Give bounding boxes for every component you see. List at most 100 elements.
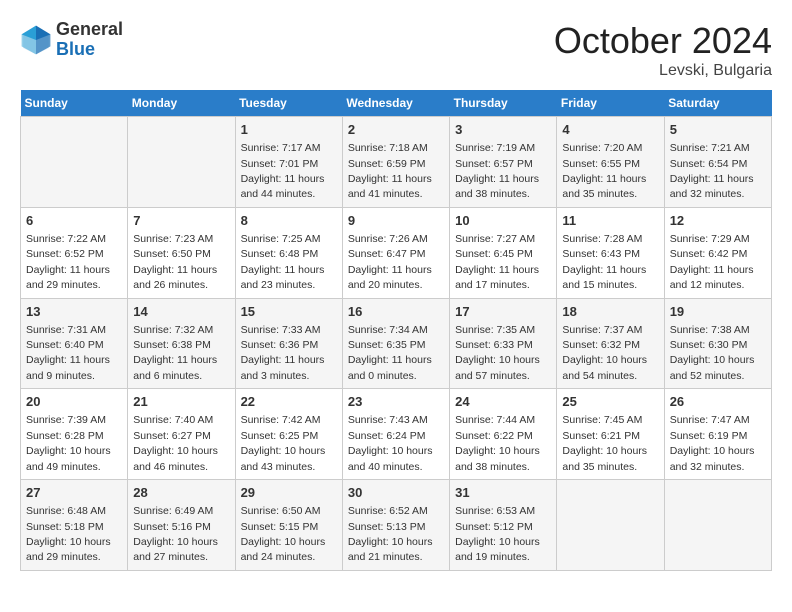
day-number: 10	[455, 212, 551, 230]
calendar-week-5: 27 Sunrise: 6:48 AMSunset: 5:18 PMDayligh…	[21, 480, 772, 571]
calendar-cell: 5 Sunrise: 7:21 AMSunset: 6:54 PMDaylight…	[664, 117, 771, 208]
day-info: Sunrise: 6:53 AMSunset: 5:12 PMDaylight:…	[455, 505, 540, 563]
day-info: Sunrise: 7:34 AMSunset: 6:35 PMDaylight:…	[348, 324, 432, 382]
calendar-cell: 12 Sunrise: 7:29 AMSunset: 6:42 PMDayligh…	[664, 207, 771, 298]
day-number: 2	[348, 121, 444, 139]
day-number: 27	[26, 484, 122, 502]
day-number: 13	[26, 303, 122, 321]
calendar-cell	[21, 117, 128, 208]
day-info: Sunrise: 7:43 AMSunset: 6:24 PMDaylight:…	[348, 414, 433, 472]
day-number: 1	[241, 121, 337, 139]
day-number: 16	[348, 303, 444, 321]
day-number: 26	[670, 393, 766, 411]
day-info: Sunrise: 7:25 AMSunset: 6:48 PMDaylight:…	[241, 233, 325, 291]
location: Levski, Bulgaria	[554, 62, 772, 80]
day-number: 11	[562, 212, 658, 230]
day-number: 12	[670, 212, 766, 230]
calendar-week-4: 20Sunrise: 7:39 AMSunset: 6:28 PMDayligh…	[21, 389, 772, 480]
day-info: Sunrise: 6:48 AMSunset: 5:18 PMDaylight:…	[26, 505, 111, 563]
day-info: Sunrise: 7:29 AMSunset: 6:42 PMDaylight:…	[670, 233, 754, 291]
day-number: 8	[241, 212, 337, 230]
calendar-cell: 16 Sunrise: 7:34 AMSunset: 6:35 PMDayligh…	[342, 298, 449, 389]
calendar-cell: 25 Sunrise: 7:45 AMSunset: 6:21 PMDayligh…	[557, 389, 664, 480]
column-header-monday: Monday	[128, 90, 235, 117]
calendar-cell: 20Sunrise: 7:39 AMSunset: 6:28 PMDayligh…	[21, 389, 128, 480]
calendar-cell: 21Sunrise: 7:40 AMSunset: 6:27 PMDayligh…	[128, 389, 235, 480]
day-info: Sunrise: 7:17 AMSunset: 7:01 PMDaylight:…	[241, 142, 325, 200]
calendar-week-2: 6Sunrise: 7:22 AMSunset: 6:52 PMDaylight…	[21, 207, 772, 298]
day-number: 30	[348, 484, 444, 502]
calendar-cell: 13 Sunrise: 7:31 AMSunset: 6:40 PMDayligh…	[21, 298, 128, 389]
day-number: 25	[562, 393, 658, 411]
day-info: Sunrise: 7:42 AMSunset: 6:25 PMDaylight:…	[241, 414, 326, 472]
day-info: Sunrise: 7:44 AMSunset: 6:22 PMDaylight:…	[455, 414, 540, 472]
day-info: Sunrise: 6:52 AMSunset: 5:13 PMDaylight:…	[348, 505, 433, 563]
calendar-cell	[128, 117, 235, 208]
calendar-table: SundayMondayTuesdayWednesdayThursdayFrid…	[20, 90, 772, 571]
day-info: Sunrise: 7:37 AMSunset: 6:32 PMDaylight:…	[562, 324, 647, 382]
calendar-cell: 11 Sunrise: 7:28 AMSunset: 6:43 PMDayligh…	[557, 207, 664, 298]
day-info: Sunrise: 7:18 AMSunset: 6:59 PMDaylight:…	[348, 142, 432, 200]
calendar-cell: 14 Sunrise: 7:32 AMSunset: 6:38 PMDayligh…	[128, 298, 235, 389]
day-info: Sunrise: 7:47 AMSunset: 6:19 PMDaylight:…	[670, 414, 755, 472]
day-info: Sunrise: 7:31 AMSunset: 6:40 PMDaylight:…	[26, 324, 110, 382]
logo-text: General Blue	[56, 20, 123, 60]
day-info: Sunrise: 6:49 AMSunset: 5:16 PMDaylight:…	[133, 505, 218, 563]
calendar-cell: 3Sunrise: 7:19 AMSunset: 6:57 PMDaylight…	[450, 117, 557, 208]
calendar-cell: 22 Sunrise: 7:42 AMSunset: 6:25 PMDayligh…	[235, 389, 342, 480]
column-header-saturday: Saturday	[664, 90, 771, 117]
column-header-thursday: Thursday	[450, 90, 557, 117]
calendar-week-3: 13 Sunrise: 7:31 AMSunset: 6:40 PMDayligh…	[21, 298, 772, 389]
day-number: 4	[562, 121, 658, 139]
day-number: 7	[133, 212, 229, 230]
day-number: 31	[455, 484, 551, 502]
calendar-cell: 4Sunrise: 7:20 AMSunset: 6:55 PMDaylight…	[557, 117, 664, 208]
day-info: Sunrise: 7:28 AMSunset: 6:43 PMDaylight:…	[562, 233, 646, 291]
day-number: 22	[241, 393, 337, 411]
calendar-cell: 10Sunrise: 7:27 AMSunset: 6:45 PMDayligh…	[450, 207, 557, 298]
calendar-cell: 31 Sunrise: 6:53 AMSunset: 5:12 PMDayligh…	[450, 480, 557, 571]
day-number: 19	[670, 303, 766, 321]
calendar-cell: 23Sunrise: 7:43 AMSunset: 6:24 PMDayligh…	[342, 389, 449, 480]
logo-icon	[20, 24, 52, 56]
day-info: Sunrise: 7:33 AMSunset: 6:36 PMDaylight:…	[241, 324, 325, 382]
calendar-cell: 15 Sunrise: 7:33 AMSunset: 6:36 PMDayligh…	[235, 298, 342, 389]
calendar-cell: 17Sunrise: 7:35 AMSunset: 6:33 PMDayligh…	[450, 298, 557, 389]
logo: General Blue	[20, 20, 123, 60]
day-info: Sunrise: 7:40 AMSunset: 6:27 PMDaylight:…	[133, 414, 218, 472]
calendar-cell: 27 Sunrise: 6:48 AMSunset: 5:18 PMDayligh…	[21, 480, 128, 571]
day-info: Sunrise: 7:22 AMSunset: 6:52 PMDaylight:…	[26, 233, 110, 291]
day-info: Sunrise: 7:32 AMSunset: 6:38 PMDaylight:…	[133, 324, 217, 382]
calendar-cell: 24 Sunrise: 7:44 AMSunset: 6:22 PMDayligh…	[450, 389, 557, 480]
day-number: 24	[455, 393, 551, 411]
day-info: Sunrise: 7:23 AMSunset: 6:50 PMDaylight:…	[133, 233, 217, 291]
day-info: Sunrise: 7:21 AMSunset: 6:54 PMDaylight:…	[670, 142, 754, 200]
calendar-cell: 28 Sunrise: 6:49 AMSunset: 5:16 PMDayligh…	[128, 480, 235, 571]
day-number: 15	[241, 303, 337, 321]
calendar-cell: 6Sunrise: 7:22 AMSunset: 6:52 PMDaylight…	[21, 207, 128, 298]
month-title: October 2024	[554, 20, 772, 62]
day-number: 5	[670, 121, 766, 139]
day-number: 28	[133, 484, 229, 502]
day-number: 20	[26, 393, 122, 411]
calendar-header-row: SundayMondayTuesdayWednesdayThursdayFrid…	[21, 90, 772, 117]
day-info: Sunrise: 7:35 AMSunset: 6:33 PMDaylight:…	[455, 324, 540, 382]
column-header-wednesday: Wednesday	[342, 90, 449, 117]
calendar-cell: 26 Sunrise: 7:47 AMSunset: 6:19 PMDayligh…	[664, 389, 771, 480]
column-header-sunday: Sunday	[21, 90, 128, 117]
calendar-week-1: 1 Sunrise: 7:17 AMSunset: 7:01 PMDaylight…	[21, 117, 772, 208]
calendar-cell: 9Sunrise: 7:26 AMSunset: 6:47 PMDaylight…	[342, 207, 449, 298]
day-number: 29	[241, 484, 337, 502]
calendar-cell: 30 Sunrise: 6:52 AMSunset: 5:13 PMDayligh…	[342, 480, 449, 571]
day-number: 14	[133, 303, 229, 321]
calendar-cell: 1 Sunrise: 7:17 AMSunset: 7:01 PMDaylight…	[235, 117, 342, 208]
day-info: Sunrise: 7:38 AMSunset: 6:30 PMDaylight:…	[670, 324, 755, 382]
calendar-cell	[664, 480, 771, 571]
calendar-cell: 2 Sunrise: 7:18 AMSunset: 6:59 PMDaylight…	[342, 117, 449, 208]
calendar-cell: 18Sunrise: 7:37 AMSunset: 6:32 PMDayligh…	[557, 298, 664, 389]
day-info: Sunrise: 7:19 AMSunset: 6:57 PMDaylight:…	[455, 142, 539, 200]
column-header-tuesday: Tuesday	[235, 90, 342, 117]
day-info: Sunrise: 6:50 AMSunset: 5:15 PMDaylight:…	[241, 505, 326, 563]
day-number: 9	[348, 212, 444, 230]
day-info: Sunrise: 7:45 AMSunset: 6:21 PMDaylight:…	[562, 414, 647, 472]
